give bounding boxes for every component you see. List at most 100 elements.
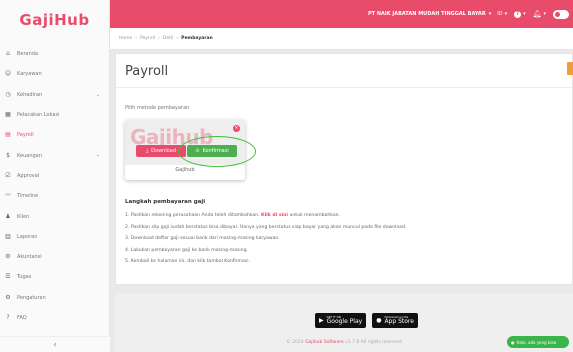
theme-toggle[interactable]	[553, 9, 569, 19]
step-text: 3. Download daftar gaji sesuai bank dari…	[125, 236, 280, 241]
breadcrumb-separator: ›	[158, 36, 160, 41]
gajihub-link[interactable]: Gajihub Software	[305, 340, 344, 345]
chevron-down-icon[interactable]: ⌄	[96, 152, 100, 158]
apple-icon: ●	[376, 317, 382, 324]
copyright-text: © 2024	[286, 340, 306, 345]
sidebar-item-label: Akuntansi	[17, 254, 42, 261]
language-switcher[interactable]: ID ▾	[497, 11, 507, 17]
sidebar-item-tugas[interactable]: ☰ Tugas	[0, 267, 110, 287]
chat-label: Halo, ada yang bisa	[516, 339, 557, 345]
breadcrumb: Home › Payroll › Detil › Pembayaran	[110, 28, 573, 50]
sidebar-item-faq[interactable]: ? FAQ	[0, 308, 110, 328]
google-play-text: GET IT ON Google Play	[327, 316, 363, 325]
chevron-down-icon: ▾	[488, 11, 492, 17]
sidebar-item-akuntansi[interactable]: ⚙ Akuntansi	[0, 247, 110, 267]
breadcrumb-payroll[interactable]: Payroll	[140, 36, 155, 41]
home-icon: ⌂	[6, 50, 10, 58]
breadcrumb-separator: ›	[135, 36, 138, 41]
finance-icon: $	[6, 151, 10, 159]
chevron-down-icon: ▾	[504, 11, 508, 17]
steps-title: Langkah pembayaran gaji	[125, 199, 206, 205]
breadcrumb-detil[interactable]: Detil	[163, 36, 174, 41]
sidebar-item-kehadiran[interactable]: ◷ Kehadiran ⌄	[0, 85, 110, 105]
divider	[116, 87, 572, 88]
user-icon: ☺	[4, 70, 12, 78]
app-logo[interactable]: GajiHub	[0, 0, 109, 40]
google-play-button[interactable]: ▶ GET IT ON Google Play	[315, 313, 367, 328]
sidebar-item-karyawan[interactable]: ☺ Karyawan	[0, 64, 110, 84]
chat-icon: ●	[511, 339, 515, 345]
close-icon[interactable]: ×	[233, 125, 240, 132]
sidebar-collapse-button[interactable]: ‹	[0, 336, 110, 352]
app-store-big: App Store	[384, 317, 414, 325]
download-button-label: Download	[151, 148, 177, 154]
sidebar-item-label: Keuangan	[17, 152, 42, 159]
client-icon: ♟	[5, 212, 11, 220]
step-text: 4. Lakukan pembayaran gaji ke bank masin…	[125, 247, 248, 253]
sidebar-item-beranda[interactable]: ⌂ Beranda	[0, 44, 110, 64]
payroll-icon: ▤	[5, 131, 11, 139]
step-item: 3. Download daftar gaji sesuai bank dari…	[125, 233, 406, 245]
help-menu[interactable]: ? ▾	[514, 10, 526, 18]
sidebar-item-label: FAQ	[17, 315, 27, 321]
language-label: ID	[497, 11, 503, 17]
add-bank-account-link[interactable]: Klik di sini	[261, 213, 288, 218]
sidebar: GajiHub ⌂ Beranda ☺ Karyawan ◷ Kehadiran…	[0, 0, 110, 352]
sidebar-item-pelacakan-lokasi[interactable]: ▦ Pelacakan Lokasi	[0, 105, 110, 125]
payment-steps-list: 1. Pastikan rekening perusahaan Anda tel…	[125, 210, 406, 268]
konfirmasi-button[interactable]: ⊙ Konfirmasi	[187, 145, 237, 157]
sidebar-item-label: Pengaturan	[17, 294, 46, 301]
faq-icon: ?	[6, 314, 10, 321]
download-button[interactable]: ⤓ Download	[136, 145, 186, 157]
map-icon: ▦	[5, 111, 11, 119]
payroll-card: Payroll Pilih metode pembayaran Gajihub …	[115, 53, 573, 285]
side-action-tab[interactable]	[567, 62, 573, 75]
copyright-text: v1.7.8 All rights reserved	[343, 340, 402, 345]
google-play-big: Google Play	[326, 317, 363, 325]
company-name: PT NAIK JABATAN MUDAH TINGGAL BAYAR	[368, 11, 486, 17]
sidebar-item-pengaturan[interactable]: ⚙ Pengaturan	[0, 288, 110, 308]
bell-icon: 🔔︎	[532, 10, 542, 18]
chat-widget-button[interactable]: ● Halo, ada yang bisa	[507, 336, 569, 348]
sidebar-item-keuangan[interactable]: $ Keuangan ⌄	[0, 145, 110, 165]
konfirmasi-button-label: Konfirmasi	[202, 148, 229, 154]
step-item: 2. Pastikan slip gaji sudah berstatus bi…	[125, 222, 406, 234]
accounting-icon: ⚙	[5, 253, 11, 261]
payment-method-card-gajihub[interactable]: Gajihub × ⤓ Download ⊙ Konfirmasi Gajihu…	[125, 120, 245, 180]
sidebar-item-label: Klien	[17, 213, 30, 220]
clock-icon: ◷	[5, 90, 11, 98]
sidebar-item-klien[interactable]: ♟ Klien	[0, 206, 110, 226]
step-item: 4. Lakukan pembayaran gaji ke bank masin…	[125, 245, 406, 257]
sidebar-item-laporan[interactable]: ▥ Laporan	[0, 227, 110, 247]
step-text: 2. Pastikan slip gaji sudah berstatus bi…	[125, 224, 407, 230]
sidebar-item-timeline[interactable]: 〰 Timeline	[0, 186, 110, 206]
help-icon: ?	[514, 10, 522, 18]
sidebar-item-label: Kehadiran	[17, 91, 43, 98]
chevron-down-icon[interactable]: ⌄	[96, 92, 100, 98]
company-switcher[interactable]: PT NAIK JABATAN MUDAH TINGGAL BAYAR ▾	[368, 11, 491, 17]
app-store-text: Download on the App Store	[384, 316, 414, 325]
sidebar-item-label: Tugas	[17, 274, 32, 281]
app-store-button[interactable]: ● Download on the App Store	[372, 313, 418, 328]
report-icon: ▥	[5, 232, 11, 240]
copyright: © 2024 Gajihub Software v1.7.8 All right…	[115, 340, 573, 345]
breadcrumb-home[interactable]: Home	[119, 36, 132, 41]
sidebar-item-payroll[interactable]: ▤ Payroll	[0, 125, 110, 145]
page-title: Payroll	[125, 64, 169, 79]
footer: ▶ GET IT ON Google Play ● Download on th…	[115, 293, 573, 352]
google-play-icon: ▶	[319, 317, 324, 324]
payment-method-label: Pilih metode pembayaran	[125, 105, 190, 111]
task-icon: ☰	[5, 273, 11, 281]
sidebar-item-label: Approval	[17, 172, 40, 179]
step-text: 1. Pastikan rekening perusahaan Anda tel…	[125, 213, 262, 218]
step-text: 5. Kembali ke halaman ini, dan klik tomb…	[125, 259, 250, 264]
step-text: untuk menambahkan.	[288, 213, 341, 218]
step-item: 5. Kembali ke halaman ini, dan klik tomb…	[125, 256, 406, 268]
sidebar-item-label: Laporan	[17, 233, 38, 240]
chevron-left-icon: ‹	[53, 340, 57, 349]
settings-icon: ⚙	[5, 293, 11, 301]
sidebar-item-approval[interactable]: ☑ Approval	[0, 166, 110, 186]
notification-menu[interactable]: 🔔︎ ▾	[533, 10, 546, 18]
sidebar-item-label: Karyawan	[17, 71, 42, 78]
topbar: PT NAIK JABATAN MUDAH TINGGAL BAYAR ▾ ID…	[110, 0, 573, 28]
